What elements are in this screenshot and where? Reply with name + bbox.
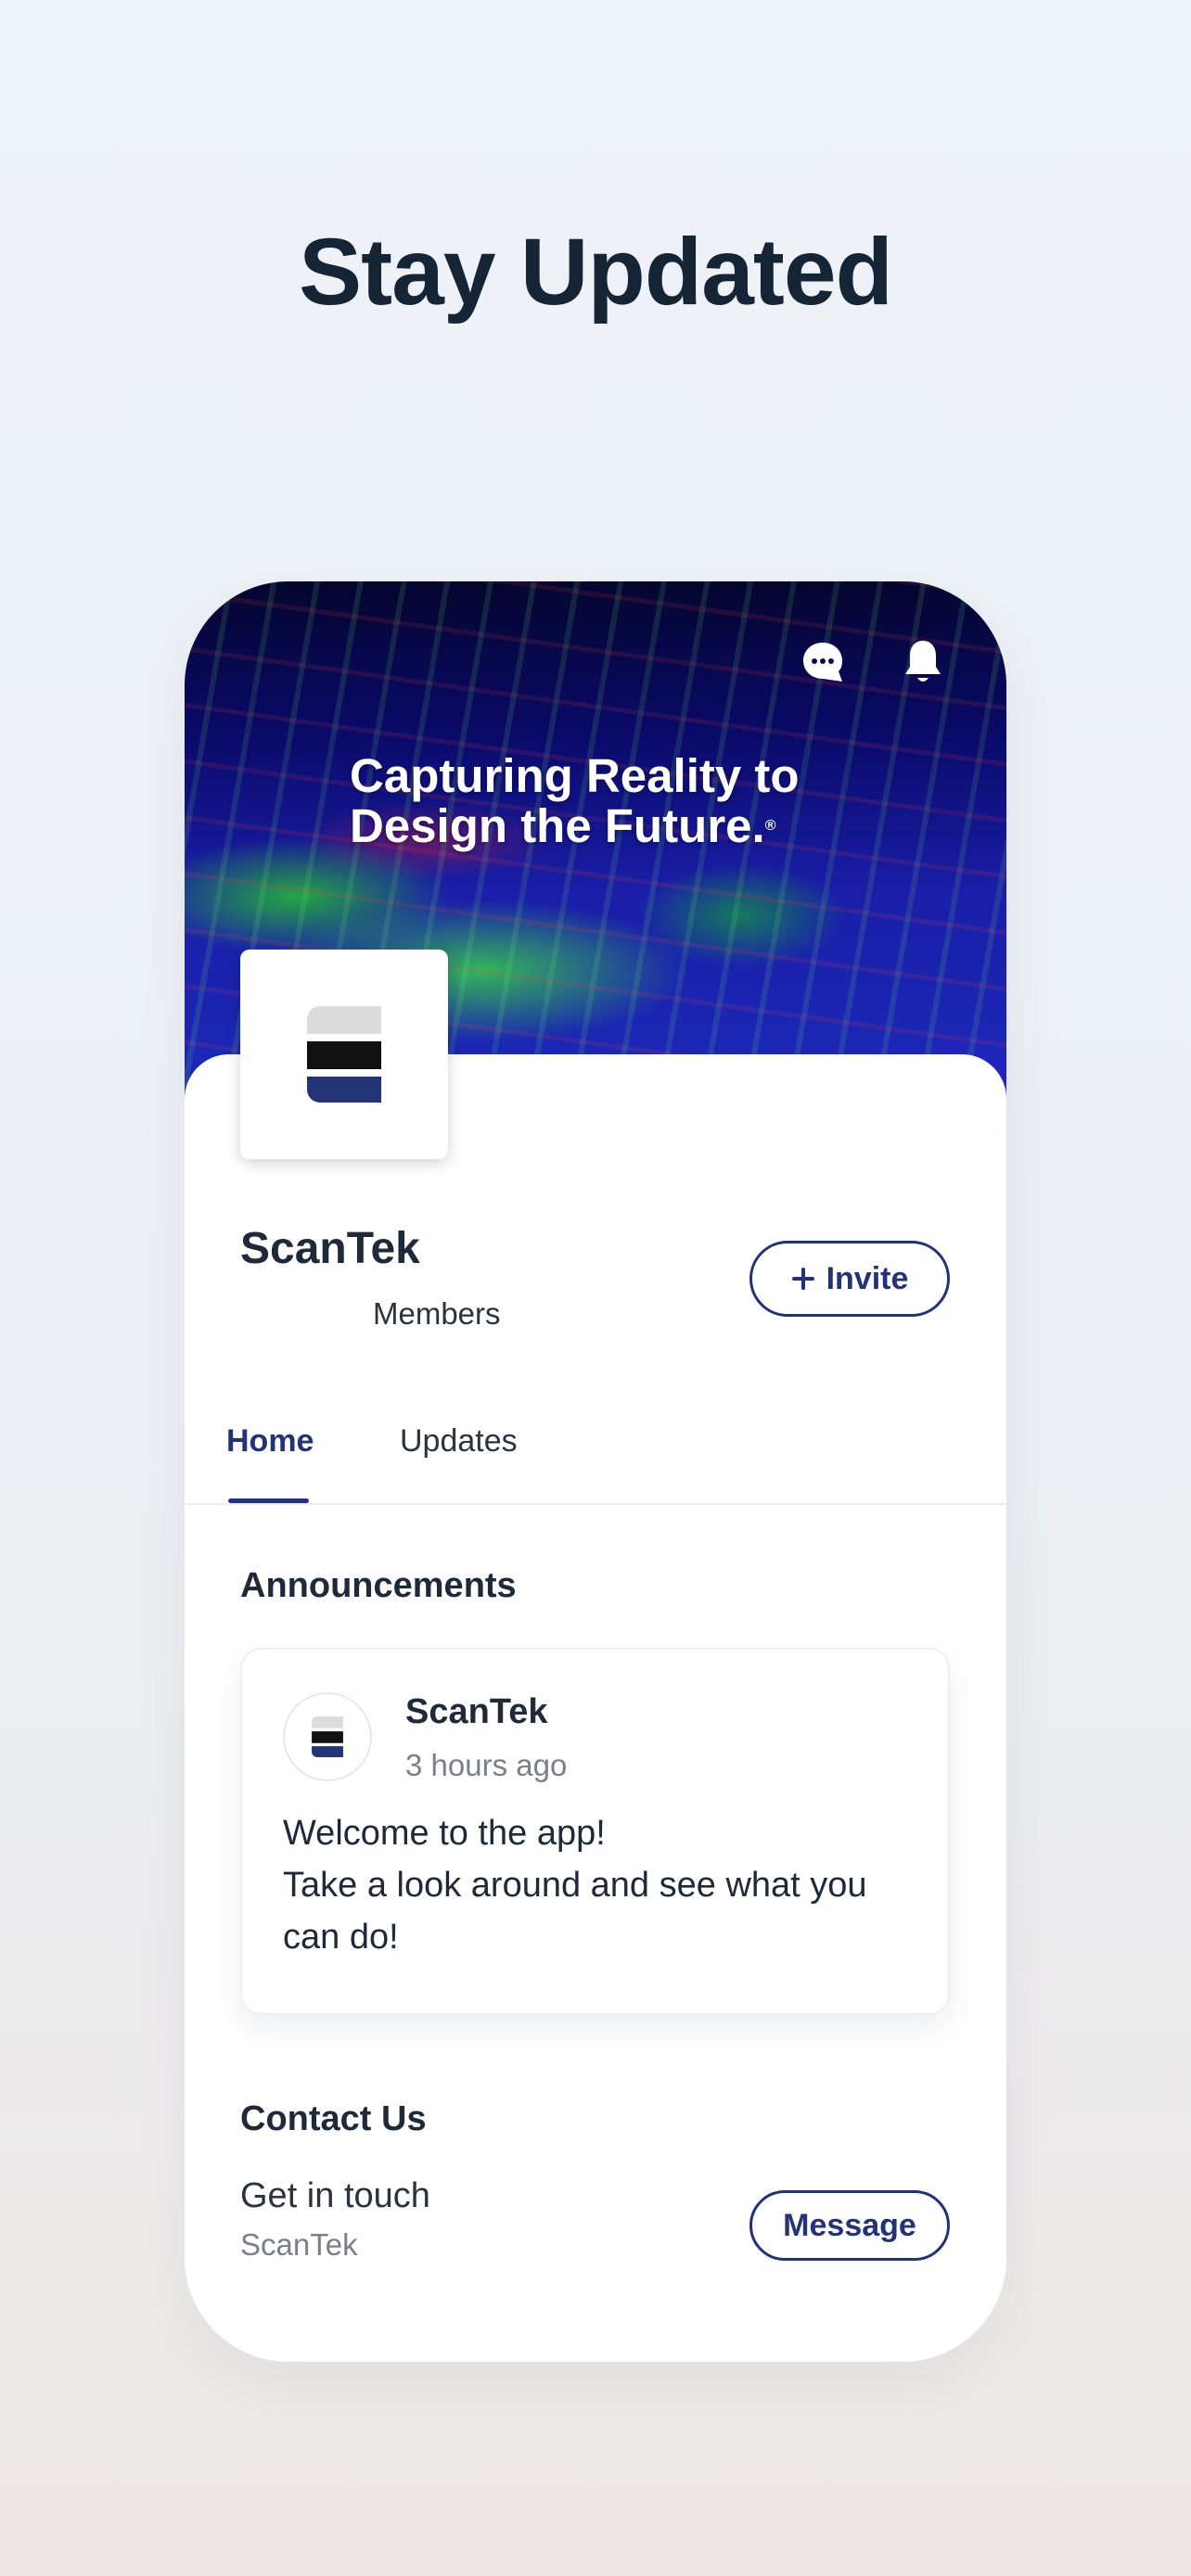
post-author: ScanTek	[405, 1692, 548, 1731]
members-label[interactable]: Members	[373, 1296, 501, 1332]
contact-org: ScanTek	[240, 2227, 358, 2262]
tab-home[interactable]: Home	[226, 1423, 314, 1460]
chat-icon[interactable]	[795, 634, 851, 690]
registered-mark: ®	[764, 818, 776, 834]
tab-updates[interactable]: Updates	[400, 1423, 518, 1460]
tab-active-indicator	[228, 1498, 309, 1503]
plus-icon	[791, 1268, 814, 1290]
cover-tagline: Capturing Reality to Design the Future.®	[350, 751, 869, 851]
contact-title: Contact Us	[240, 2099, 427, 2138]
tab-bar: Home Updates	[185, 1407, 1006, 1505]
announcement-post[interactable]: ScanTek 3 hours ago Welcome to the app! …	[240, 1648, 950, 2015]
headline: Stay Updated	[299, 219, 893, 325]
org-logo	[240, 950, 448, 1159]
bell-icon[interactable]	[895, 634, 951, 690]
cover-tagline-line1: Capturing Reality to	[350, 749, 800, 802]
avatar	[283, 1692, 372, 1781]
announcements-title: Announcements	[240, 1566, 517, 1605]
post-body-line2: Take a look around and see what you can …	[283, 1866, 867, 1957]
cover-tagline-line2: Design the Future.	[350, 799, 765, 852]
phone-frame: Capturing Reality to Design the Future.®	[185, 581, 1006, 2362]
message-button[interactable]: Message	[749, 2190, 950, 2261]
invite-label: Invite	[826, 1260, 909, 1296]
contact-line: Get in touch	[240, 2176, 430, 2215]
invite-button[interactable]: Invite	[749, 1241, 950, 1317]
org-name: ScanTek	[240, 1224, 420, 1273]
post-body-line1: Welcome to the app!	[283, 1814, 606, 1853]
post-timestamp: 3 hours ago	[405, 1748, 568, 1782]
post-body: Welcome to the app! Take a look around a…	[283, 1807, 923, 1963]
